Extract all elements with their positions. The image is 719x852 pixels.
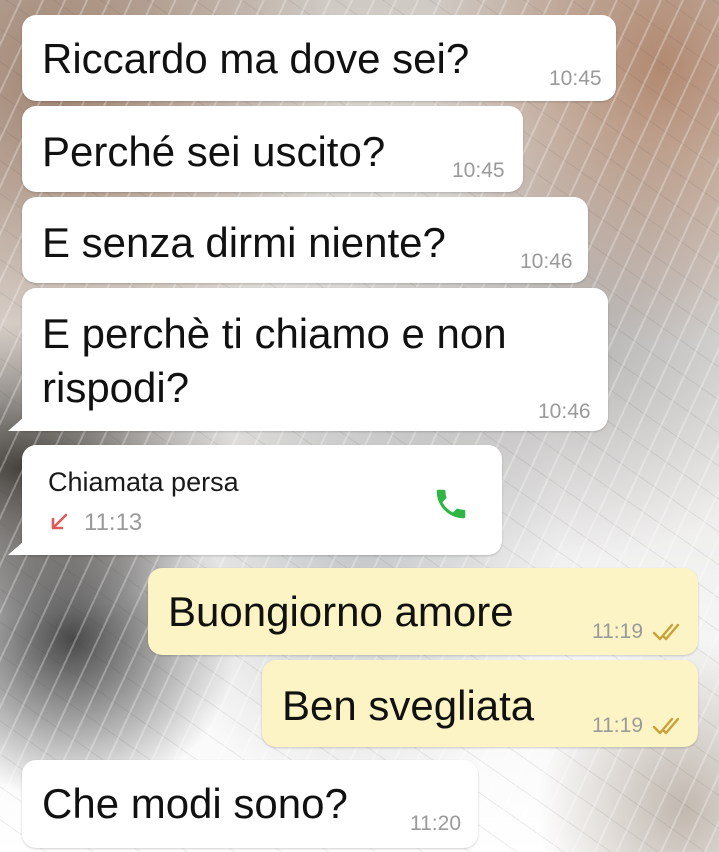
message-time: 11:19 <box>592 714 643 737</box>
phone-icon[interactable] <box>432 485 470 523</box>
message-time: 10:46 <box>520 250 573 273</box>
missed-call-label: Chiamata persa <box>48 467 239 497</box>
message-bubble[interactable]: E senza dirmi niente? 10:46 <box>22 197 588 283</box>
message-text: Perché sei uscito? <box>42 128 386 175</box>
message-bubble[interactable]: Riccardo ma dove sei? 10:45 <box>22 15 616 101</box>
message-time: 10:45 <box>549 67 602 90</box>
message-text-line: E perchè ti chiamo e non <box>42 310 507 357</box>
message-bubble[interactable]: Che modi sono? 11:20 <box>22 760 478 848</box>
missed-call-arrow-icon <box>48 511 70 533</box>
message-bubble-outgoing[interactable]: Ben svegliata 11:19 <box>262 660 698 747</box>
message-bubble-outgoing[interactable]: Buongiorno amore 11:19 <box>148 568 698 655</box>
message-time: 10:46 <box>538 400 591 423</box>
message-text: Che modi sono? <box>42 780 348 827</box>
message-text: E senza dirmi niente? <box>42 219 446 266</box>
missed-call-time: 11:13 <box>84 509 143 536</box>
missed-call-card[interactable]: Chiamata persa 11:13 <box>22 445 502 555</box>
message-text-line: rispodi? <box>42 364 190 411</box>
message-time: 10:45 <box>452 159 505 182</box>
message-text: Ben svegliata <box>282 682 535 729</box>
message-bubble[interactable]: Perché sei uscito? 10:45 <box>22 106 523 192</box>
message-time: 11:20 <box>410 812 461 835</box>
read-ticks-icon <box>652 716 686 741</box>
message-text: Riccardo ma dove sei? <box>42 35 470 82</box>
message-bubble[interactable]: E perchè ti chiamo e non rispodi? 10:46 <box>22 288 608 431</box>
bubble-tail <box>8 417 24 431</box>
message-text: Buongiorno amore <box>168 588 514 635</box>
message-time: 11:19 <box>592 620 643 643</box>
read-ticks-icon <box>652 622 686 647</box>
bubble-tail <box>8 541 24 555</box>
